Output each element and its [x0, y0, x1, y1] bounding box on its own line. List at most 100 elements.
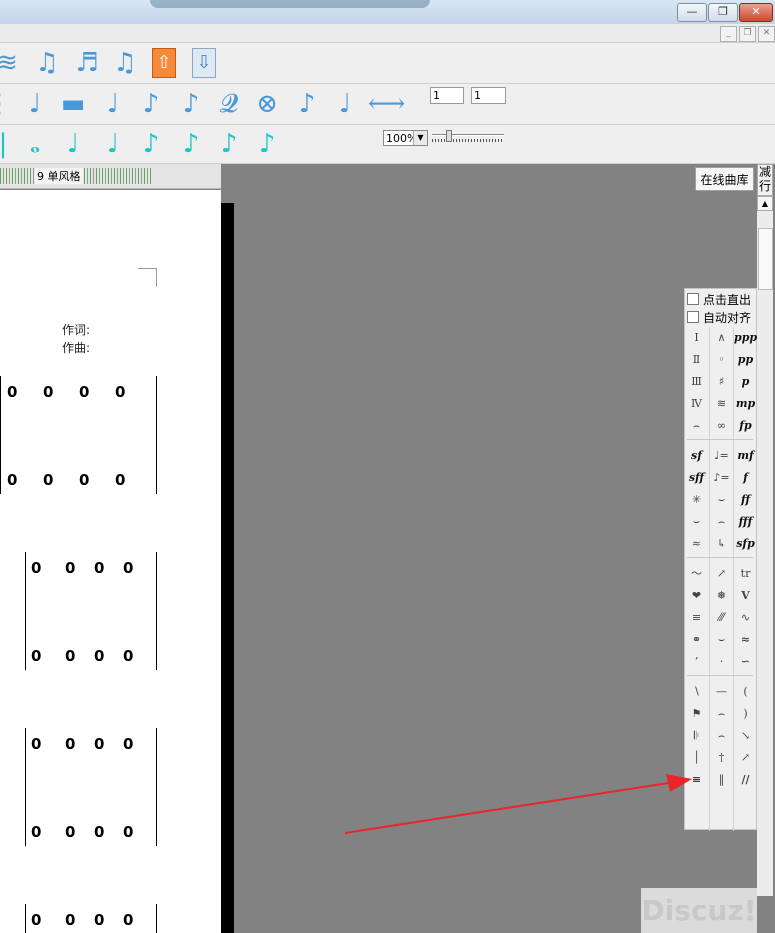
fp-icon[interactable]: fp: [734, 415, 757, 437]
circle-small-icon[interactable]: ◦: [710, 349, 733, 371]
multi-note-icon[interactable]: ≋: [0, 48, 22, 78]
rising-icon[interactable]: ↗: [710, 563, 733, 585]
fff-icon[interactable]: fff: [734, 511, 757, 533]
sff-icon[interactable]: sff: [685, 467, 708, 489]
accent-v-icon[interactable]: V: [734, 585, 757, 607]
tick-icon[interactable]: †: [710, 747, 733, 769]
eighth-cyan-icon[interactable]: ♪: [136, 129, 166, 159]
number-input-a[interactable]: 1: [430, 87, 464, 104]
checkbox-box[interactable]: [687, 311, 699, 323]
note-row[interactable]: 0000: [7, 383, 151, 401]
mordent-icon[interactable]: ≋: [710, 393, 733, 415]
sixty-fourth-cyan-icon[interactable]: ♪: [252, 129, 282, 159]
beamed-notes-icon[interactable]: ♫: [110, 48, 140, 78]
click-out-checkbox[interactable]: 点击直出: [687, 291, 751, 308]
triple-slash-icon[interactable]: ⁄⁄⁄: [710, 607, 733, 629]
trill-icon[interactable]: tr: [734, 563, 757, 585]
diag-up-icon[interactable]: ↗: [734, 747, 757, 769]
zoom-select[interactable]: 100% ▼: [383, 130, 428, 146]
rest-icon[interactable]: ▬: [58, 89, 88, 119]
side-tab[interactable]: 减行: [757, 164, 773, 196]
quarter-equals-icon[interactable]: ♩=: [710, 445, 733, 467]
vertical-scrollbar[interactable]: ▲: [757, 196, 773, 896]
double-bar-icon[interactable]: ≡: [685, 607, 708, 629]
quarter-note-icon[interactable]: ♩: [20, 89, 50, 119]
repeat-icon[interactable]: 𝄆: [685, 725, 708, 747]
slash-small-icon[interactable]: ∖: [685, 681, 708, 703]
eighth-note-alt-icon[interactable]: ♪: [176, 89, 206, 119]
circle-x-note-icon[interactable]: ⊗: [252, 89, 282, 119]
double-slash-icon[interactable]: //: [734, 769, 757, 791]
scroll-thumb[interactable]: [758, 228, 773, 290]
pedal-icon[interactable]: ❤: [685, 585, 708, 607]
p-icon[interactable]: p: [734, 371, 757, 393]
mdi-minimize-button[interactable]: _: [720, 26, 737, 42]
caret-icon[interactable]: ∧: [710, 327, 733, 349]
arpeggio-icon[interactable]: ∿: [734, 607, 757, 629]
star-mark-icon[interactable]: ✳: [685, 489, 708, 511]
quarter-note-cyan-icon[interactable]: ♩: [98, 129, 128, 159]
tremolo-line-icon[interactable]: 〜: [685, 563, 708, 585]
zoom-slider[interactable]: [432, 130, 504, 142]
number-input-b[interactable]: 1: [471, 87, 506, 104]
note-row[interactable]: 0000: [31, 911, 159, 929]
download-icon[interactable]: ⇩: [192, 48, 216, 78]
ppp-icon[interactable]: ppp: [734, 327, 757, 349]
auto-align-checkbox[interactable]: 自动对齐: [687, 309, 751, 326]
beamed-sixteenths-icon[interactable]: ♬: [72, 48, 102, 78]
roman-four-icon[interactable]: Ⅳ: [685, 393, 708, 415]
mp-icon[interactable]: mp: [734, 393, 757, 415]
beamed-eighths-icon[interactable]: ♫: [32, 48, 62, 78]
diag-down-icon[interactable]: ↘: [734, 725, 757, 747]
mdi-close-button[interactable]: ✕: [758, 26, 775, 42]
close-paren-icon[interactable]: ): [734, 703, 757, 725]
thirty-second-cyan-icon[interactable]: ♪: [214, 129, 244, 159]
mf-icon[interactable]: mf: [734, 445, 757, 467]
hook-icon[interactable]: ↳: [710, 533, 733, 555]
roman-three-icon[interactable]: Ⅲ: [685, 371, 708, 393]
roman-two-icon[interactable]: Ⅱ: [685, 349, 708, 371]
restore-button[interactable]: ❐: [708, 3, 738, 22]
checkbox-box[interactable]: [687, 293, 699, 305]
ff-icon[interactable]: ff: [734, 489, 757, 511]
tie-icon[interactable]: ⌢: [710, 703, 733, 725]
note-down-icon[interactable]: ♩: [98, 89, 128, 119]
note-row[interactable]: 0000: [31, 559, 159, 577]
sf-icon[interactable]: sf: [685, 445, 708, 467]
snowflake-icon[interactable]: ❅: [710, 585, 733, 607]
note-row[interactable]: 0000: [31, 823, 159, 841]
grace-note-icon[interactable]: ♪: [292, 89, 322, 119]
wave-icon[interactable]: ≈: [685, 533, 708, 555]
online-library-button[interactable]: 在线曲库: [695, 167, 754, 191]
trill-wave-icon[interactable]: ≈: [734, 629, 757, 651]
note-row[interactable]: 0000: [31, 647, 159, 665]
smile-arc-icon[interactable]: ⌣: [685, 511, 708, 533]
x-note-icon[interactable]: 𝓠: [214, 89, 244, 119]
dot-icon[interactable]: ·: [710, 651, 733, 673]
whole-note-icon[interactable]: 𝅝: [20, 129, 50, 159]
score-page[interactable]: 作词: 作曲: 0000 0000 0000 0000 0000 0000 00…: [0, 190, 221, 933]
stem-note-icon[interactable]: ♩: [330, 89, 360, 119]
half-note-icon[interactable]: ♩: [58, 129, 88, 159]
close-button[interactable]: ✕: [739, 3, 773, 22]
dash-icon[interactable]: —: [710, 681, 733, 703]
eighth-note-icon[interactable]: ♪: [136, 89, 166, 119]
upload-icon[interactable]: ⇧: [152, 48, 176, 78]
sharp-icon[interactable]: ♯: [710, 371, 733, 393]
scroll-up-icon[interactable]: ▲: [757, 196, 773, 211]
turn-icon[interactable]: ∞: [710, 415, 733, 437]
minimize-button[interactable]: —: [677, 3, 707, 22]
arc-icon[interactable]: ⌢: [685, 415, 708, 437]
circle-stem-icon[interactable]: ⚭: [685, 629, 708, 651]
small-arc-icon[interactable]: ⌣: [710, 489, 733, 511]
loop-icon[interactable]: ∽: [734, 651, 757, 673]
barline-repeat-icon[interactable]: ‖: [710, 769, 733, 791]
partial-icon[interactable]: ⋮: [0, 89, 14, 119]
span-bar-icon[interactable]: ⟷: [368, 89, 405, 119]
sixteenth-cyan-icon[interactable]: ♪: [176, 129, 206, 159]
score-tab[interactable]: 9 单风格: [35, 168, 83, 184]
partial-cyan-icon[interactable]: ❘: [0, 129, 18, 159]
f-icon[interactable]: f: [734, 467, 757, 489]
roman-one-icon[interactable]: Ⅰ: [685, 327, 708, 349]
curve-icon[interactable]: ⌢: [710, 725, 733, 747]
